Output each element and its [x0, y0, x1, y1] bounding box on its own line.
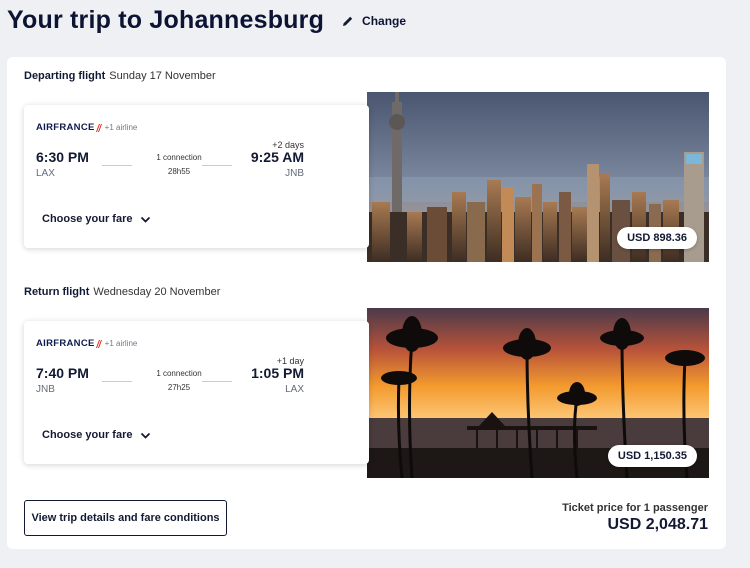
- airline-name: AIRFRANCE: [36, 122, 95, 133]
- extra-airline: +1 airline: [104, 339, 138, 348]
- flight-duration: 28h55: [167, 167, 191, 176]
- departing-flight-label: Departing flight: [24, 70, 106, 82]
- choose-fare-button[interactable]: Choose your fare: [42, 213, 151, 225]
- air-france-slash-icon: [95, 123, 102, 132]
- choose-fare-label: Choose your fare: [42, 429, 133, 441]
- return-flight-heading: Return flight Wednesday 20 November: [24, 286, 220, 298]
- sunset-beach-image: USD 1,150.35: [367, 308, 709, 478]
- arrival-airport: LAX: [285, 384, 304, 395]
- return-flight-label: Return flight: [24, 286, 90, 298]
- page-header: Your trip to Johannesburg Change: [7, 6, 406, 35]
- arrival-airport: JNB: [285, 168, 304, 179]
- connections-count: 1 connection: [156, 153, 202, 162]
- arrival-time: 9:25 AM: [250, 149, 304, 165]
- departure-airport: JNB: [36, 384, 55, 395]
- pencil-icon: [343, 16, 353, 26]
- connection-line-right: [202, 165, 232, 166]
- departure-time: 6:30 PM: [36, 149, 89, 165]
- chevron-down-icon: [141, 216, 151, 223]
- chevron-down-icon: [141, 432, 151, 439]
- airline-name: AIRFRANCE: [36, 338, 95, 349]
- page-title: Your trip to Johannesburg: [7, 6, 325, 34]
- connection-line-right: [202, 381, 232, 382]
- flight-duration: 27h25: [167, 383, 191, 392]
- airline-logo: AIRFRANCE +1 airline: [36, 338, 137, 349]
- connection-line-left: [102, 165, 132, 166]
- change-destination-button[interactable]: Change: [342, 14, 406, 28]
- choose-fare-label: Choose your fare: [42, 213, 133, 225]
- choose-fare-button[interactable]: Choose your fare: [42, 429, 151, 441]
- departing-flight-date: Sunday 17 November: [109, 70, 216, 82]
- ticket-price-label: Ticket price for 1 passenger: [562, 502, 708, 514]
- view-trip-details-label: View trip details and fare conditions: [31, 512, 220, 524]
- connections-count: 1 connection: [156, 369, 202, 378]
- change-label: Change: [362, 13, 407, 28]
- total-price: USD 2,048.71: [607, 516, 708, 533]
- departure-airport: LAX: [36, 168, 55, 179]
- return-flight-date: Wednesday 20 November: [93, 286, 221, 298]
- johannesburg-skyline-image: USD 898.36: [367, 92, 709, 262]
- extra-airline: +1 airline: [104, 123, 138, 132]
- outbound-price-badge: USD 898.36: [617, 227, 697, 249]
- departing-flight-heading: Departing flight Sunday 17 November: [24, 70, 216, 82]
- air-france-slash-icon: [95, 339, 102, 348]
- connection-line-left: [102, 381, 132, 382]
- airline-logo: AIRFRANCE +1 airline: [36, 122, 137, 133]
- view-trip-details-button[interactable]: View trip details and fare conditions: [24, 500, 227, 536]
- inbound-price-badge: USD 1,150.35: [607, 445, 697, 467]
- outbound-flight-card[interactable]: AIRFRANCE +1 airline 6:30 PM LAX 1 conne…: [24, 105, 369, 248]
- departure-time: 7:40 PM: [36, 365, 89, 381]
- trip-card: Departing flight Sunday 17 November USD …: [7, 57, 726, 549]
- arrival-time: 1:05 PM: [251, 365, 304, 381]
- return-flight-card[interactable]: AIRFRANCE +1 airline 7:40 PM JNB 1 conne…: [24, 321, 369, 464]
